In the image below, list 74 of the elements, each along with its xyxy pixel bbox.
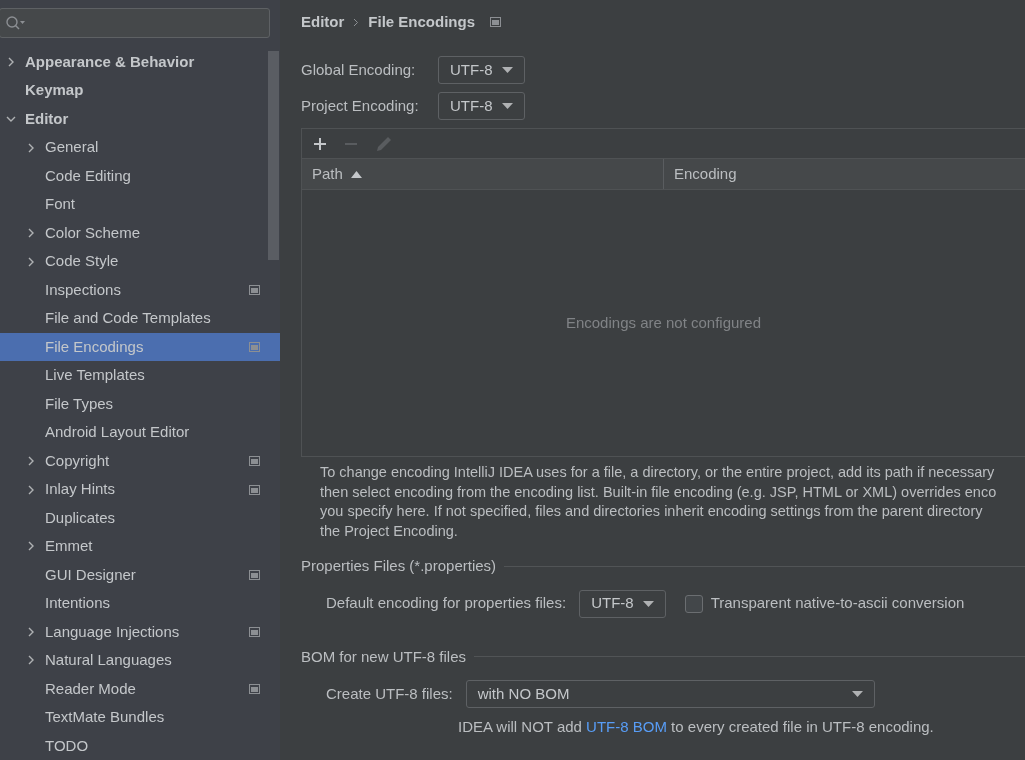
search-icon: [5, 15, 25, 31]
chevron-right-icon[interactable]: [26, 228, 36, 239]
column-header[interactable]: Path: [302, 159, 664, 189]
bom-link[interactable]: UTF-8 BOM: [586, 718, 667, 735]
tree-item[interactable]: Android Layout Editor: [0, 418, 280, 447]
tree-item[interactable]: File Types: [0, 389, 280, 419]
chevron-right-icon[interactable]: [26, 456, 36, 466]
scrollbar-thumb[interactable]: [268, 51, 279, 260]
empty-table-text: Encodings are not configured: [565, 312, 762, 333]
dropdown-arrow-icon: [851, 691, 863, 697]
project-level-icon: [249, 456, 260, 466]
breadcrumb-separator-icon: [353, 17, 360, 27]
tree-item[interactable]: Emmet: [0, 532, 280, 561]
section-title: BOM for new UTF-8 files: [301, 646, 467, 667]
tree-item[interactable]: File and Code Templates: [0, 304, 280, 333]
chevron-right-icon[interactable]: [26, 655, 36, 666]
tree-item[interactable]: Font: [0, 190, 280, 219]
bom-dropdown[interactable]: with NO BOM: [465, 680, 875, 708]
field-label: Default encoding for properties files:: [326, 593, 567, 614]
tree-item[interactable]: Language Injections: [0, 617, 280, 647]
project-level-icon: [249, 569, 260, 580]
breadcrumb-item[interactable]: Editor: [301, 10, 345, 34]
project-encoding-dropdown[interactable]: UTF-8: [438, 92, 525, 120]
dropdown-arrow-icon: [642, 600, 654, 607]
tree-item[interactable]: Inspections: [0, 275, 280, 305]
tree-item[interactable]: Color Scheme: [0, 218, 280, 248]
tree-item[interactable]: Duplicates: [0, 503, 280, 533]
checkbox[interactable]: [684, 594, 703, 613]
tree-item[interactable]: GUI Designer: [0, 560, 280, 590]
tree-item[interactable]: Keymap: [0, 76, 280, 105]
dropdown-arrow-icon: [501, 67, 513, 73]
chevron-right-icon[interactable]: [26, 626, 36, 637]
description-text: the Project Encoding.: [320, 521, 459, 541]
add-icon[interactable]: [313, 136, 327, 151]
column-header[interactable]: Encoding: [664, 159, 1025, 189]
project-level-icon: [249, 484, 260, 495]
tree-item[interactable]: Code Editing: [0, 161, 280, 191]
tree-item[interactable]: Appearance & Behavior: [0, 48, 280, 77]
project-level-icon: [249, 285, 260, 296]
tree-item[interactable]: Reader Mode: [0, 674, 280, 704]
chevron-right-icon[interactable]: [26, 541, 36, 552]
description-text: To change encoding IntelliJ IDEA uses for a file, a directory, or the entire project, add its path if necessary: [320, 463, 996, 482]
tree-item[interactable]: TextMate Bundles: [0, 703, 280, 732]
project-level-icon: [249, 626, 260, 637]
properties-encoding-dropdown[interactable]: UTF-8: [579, 589, 666, 618]
sort-ascending-icon: [350, 170, 362, 178]
field-label: Create UTF-8 files:: [326, 683, 453, 704]
tree-item[interactable]: Inlay Hints: [0, 475, 280, 504]
project-level-icon: [249, 683, 260, 694]
description-text: then select encoding from the encoding list. Built-in file encoding (e.g. JSP, HTML or XML) overrides enco: [320, 482, 998, 502]
tree-item[interactable]: Live Templates: [0, 361, 280, 390]
tree-item[interactable]: General: [0, 133, 280, 162]
section-title: Properties Files (*.properties): [301, 556, 497, 576]
global-encoding-dropdown[interactable]: UTF-8: [438, 56, 525, 84]
field-label: Project Encoding:: [301, 95, 420, 116]
field-label: Global Encoding:: [301, 59, 417, 80]
note-text: IDEA will NOT add UTF-8 BOM to every created file in UTF-8 encoding.: [458, 718, 934, 735]
chevron-right-icon[interactable]: [6, 57, 16, 68]
breadcrumb-item: File Encodings: [368, 11, 476, 32]
chevron-right-icon[interactable]: [26, 484, 36, 495]
tree-item[interactable]: Copyright: [0, 446, 280, 476]
chevron-right-icon[interactable]: [26, 142, 36, 153]
chevron-right-icon[interactable]: [26, 256, 36, 267]
tree-item[interactable]: Code Style: [0, 247, 280, 276]
project-level-icon: [490, 17, 502, 27]
description-text: you specify here. If not specified, files and directories inherit encoding settings from the parent directory: [320, 502, 984, 521]
search-field[interactable]: [0, 8, 270, 38]
tree-item[interactable]: Natural Languages: [0, 646, 280, 675]
tree-item[interactable]: Editor: [0, 104, 280, 134]
checkbox-label[interactable]: Transparent native-to-ascii conversion: [710, 592, 965, 615]
project-level-icon: [249, 342, 260, 353]
dropdown-arrow-icon: [501, 103, 513, 109]
tree-item[interactable]: Intentions: [0, 589, 280, 618]
tree-item[interactable]: TODO: [0, 731, 280, 760]
